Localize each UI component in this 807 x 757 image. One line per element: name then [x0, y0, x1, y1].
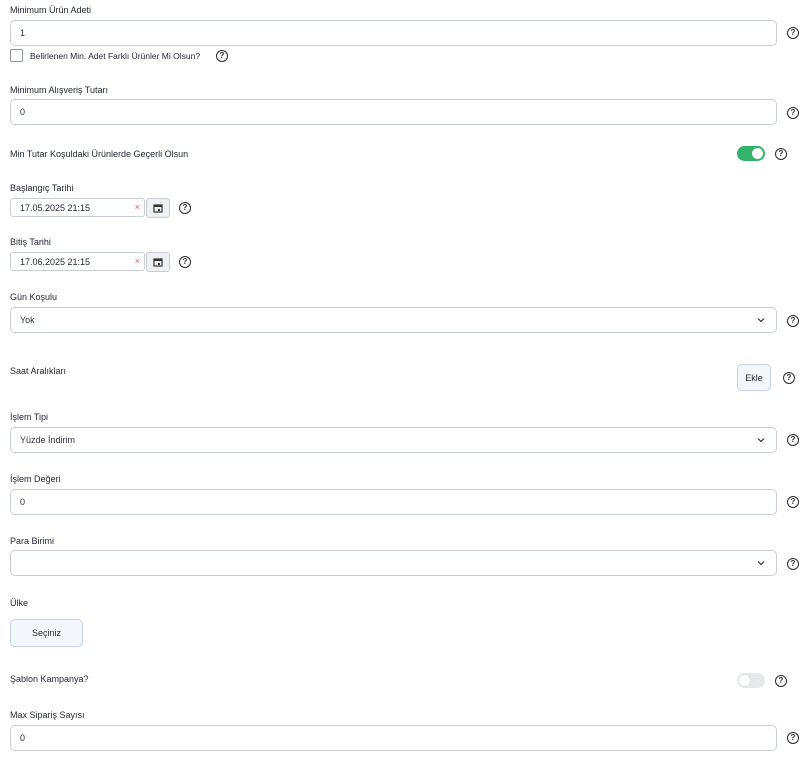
- help-icon[interactable]: ?: [787, 558, 799, 570]
- islem-tipi-select[interactable]: Yüzde İndirim: [10, 427, 777, 453]
- min-tutar-kosul-toggle[interactable]: [737, 146, 765, 161]
- islem-tipi-value: Yüzde İndirim: [20, 435, 76, 445]
- min-urun-adeti-input[interactable]: 1: [10, 20, 777, 46]
- islem-tipi-label: İşlem Tipi: [10, 412, 49, 422]
- saat-araliklari-label: Saat Aralıkları: [10, 366, 67, 376]
- baslangic-tarihi-input[interactable]: 17.05.2025 21:15 ×: [10, 198, 145, 217]
- chevron-down-icon: [757, 561, 765, 566]
- clear-x-icon[interactable]: ×: [135, 256, 140, 266]
- toggle-knob: [752, 148, 763, 159]
- help-icon[interactable]: ?: [787, 107, 799, 119]
- chevron-down-icon: [757, 318, 765, 323]
- gun-kosulu-select[interactable]: Yok: [10, 307, 777, 333]
- bitis-tarihi-label: Bitiş Tarihi: [10, 237, 51, 247]
- farkli-urunler-checkbox[interactable]: [10, 49, 23, 62]
- help-icon[interactable]: ?: [775, 148, 787, 160]
- calendar-icon: [153, 258, 163, 267]
- baslangic-tarihi-label: Başlangıç Tarihi: [10, 183, 74, 193]
- help-icon[interactable]: ?: [787, 496, 799, 508]
- ekle-button[interactable]: Ekle: [737, 364, 771, 391]
- islem-degeri-input[interactable]: 0: [10, 489, 777, 515]
- farkli-urunler-label: Belirlenen Min. Adet Farklı Ürünler Mi O…: [30, 51, 201, 61]
- help-icon[interactable]: ?: [179, 202, 191, 214]
- para-birimi-label: Para Birimi: [10, 536, 55, 546]
- gun-kosulu-label: Gün Koşulu: [10, 292, 58, 302]
- help-icon[interactable]: ?: [783, 372, 795, 384]
- calendar-icon: [153, 204, 163, 213]
- chevron-down-icon: [757, 438, 765, 443]
- max-siparis-sayisi-input[interactable]: 0: [10, 725, 777, 751]
- sablon-kampanya-toggle[interactable]: [737, 673, 765, 688]
- min-alisveris-tutari-label: Minimum Alışveriş Tutarı: [10, 85, 109, 95]
- baslangic-calendar-button[interactable]: [146, 198, 170, 218]
- help-icon[interactable]: ?: [787, 732, 799, 744]
- bitis-calendar-button[interactable]: [146, 252, 170, 272]
- seciniz-button[interactable]: Seçiniz: [10, 619, 83, 647]
- baslangic-tarihi-value: 17.05.2025 21:15: [20, 202, 91, 213]
- help-icon[interactable]: ?: [216, 50, 228, 62]
- min-tutar-kosul-label: Min Tutar Koşuldaki Ürünlerde Geçerli Ol…: [10, 149, 189, 159]
- max-siparis-sayisi-label: Max Sipariş Sayısı: [10, 710, 85, 720]
- bitis-tarihi-input[interactable]: 17.06.2025 21:15 ×: [10, 252, 145, 271]
- para-birimi-select[interactable]: [10, 550, 777, 576]
- gun-kosulu-value: Yok: [20, 315, 35, 325]
- help-icon[interactable]: ?: [787, 27, 799, 39]
- ulke-label: Ülke: [10, 598, 29, 608]
- sablon-kampanya-label: Şablon Kampanya?: [10, 674, 89, 684]
- toggle-knob: [739, 675, 750, 686]
- islem-degeri-label: İşlem Değeri: [10, 474, 61, 484]
- help-icon[interactable]: ?: [179, 256, 191, 268]
- min-urun-adeti-label: Minimum Ürün Adeti: [10, 5, 92, 15]
- help-icon[interactable]: ?: [775, 675, 787, 687]
- clear-x-icon[interactable]: ×: [135, 202, 140, 212]
- help-icon[interactable]: ?: [787, 434, 799, 446]
- help-icon[interactable]: ?: [787, 315, 799, 327]
- min-alisveris-tutari-input[interactable]: 0: [10, 99, 777, 125]
- bitis-tarihi-value: 17.06.2025 21:15: [20, 256, 91, 267]
